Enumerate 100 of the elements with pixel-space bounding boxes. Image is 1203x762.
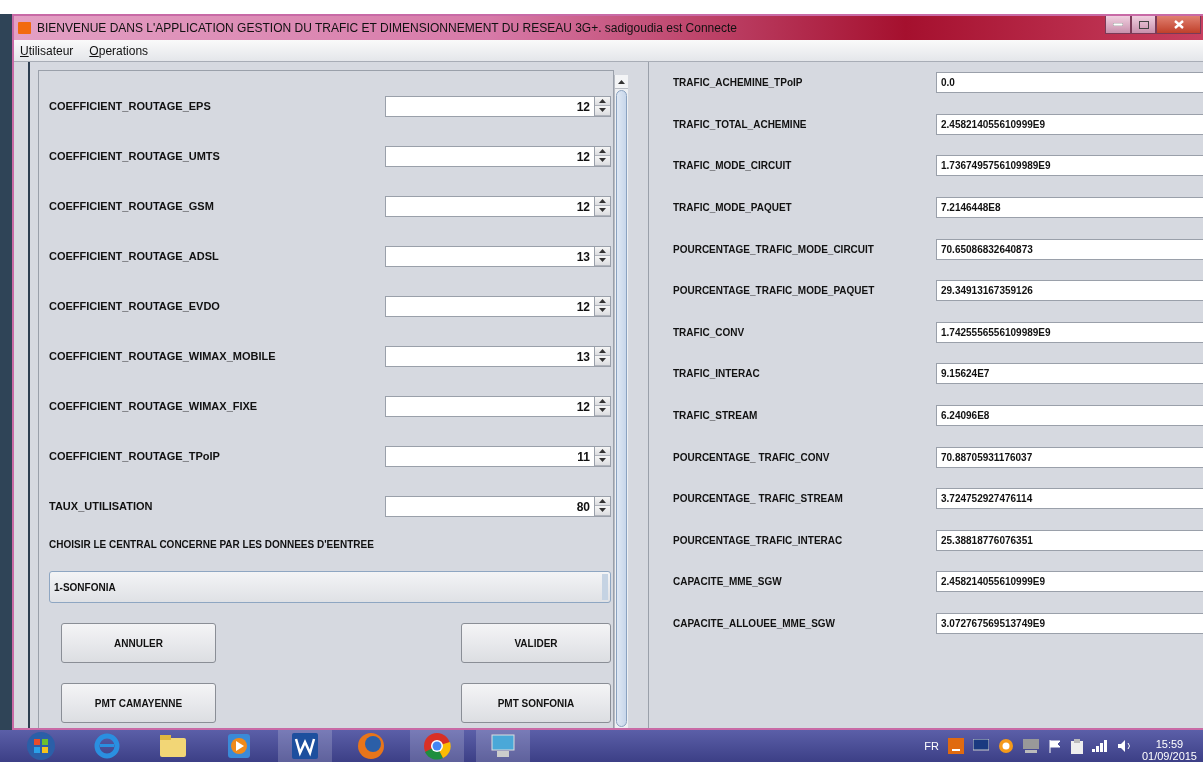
result-field[interactable]: 1.7367495756109989E9 [936, 155, 1203, 177]
signal-icon[interactable] [1091, 740, 1108, 752]
ring-tray-icon[interactable] [997, 738, 1014, 754]
up-arrow-icon [599, 198, 606, 203]
down-arrow-icon [599, 508, 606, 513]
monitor-tray-icon[interactable] [972, 739, 989, 753]
up-arrow-icon [599, 448, 606, 453]
result-label: TRAFIC_MODE_CIRCUIT [673, 160, 793, 172]
number-spinner[interactable]: 80 [385, 495, 611, 517]
result-field[interactable]: 2.458214055610999E9 [936, 571, 1203, 593]
decrement-button[interactable] [595, 256, 610, 266]
maximize-icon [1138, 20, 1149, 29]
result-field[interactable]: 2.458214055610999E9 [936, 113, 1203, 135]
decrement-button[interactable] [595, 306, 610, 316]
up-arrow-icon [599, 148, 606, 153]
field-label: COEFFICIENT_ROUTAGE_EPS [49, 100, 211, 112]
result-field[interactable]: 1.7425556556109989E9 [936, 321, 1203, 343]
scrollbar[interactable] [614, 75, 628, 728]
minimize-button[interactable] [1105, 16, 1131, 34]
increment-button[interactable] [595, 296, 610, 306]
down-arrow-icon [599, 408, 606, 413]
number-spinner[interactable]: 12 [385, 395, 611, 417]
action-button[interactable]: PMT CAMAYENNE [61, 683, 216, 723]
result-field[interactable]: 9.15624E7 [936, 363, 1203, 385]
central-dropdown[interactable]: 1-SONFONIA [49, 571, 611, 603]
window-title: BIENVENUE DANS L'APPLICATION GESTION DU TRAFIC ET DIMENSIONNEMENT DU RESEAU 3G+. sadigoudia est Connecte [37, 21, 738, 35]
down-arrow-icon [599, 208, 606, 213]
result-label: TRAFIC_CONV [673, 326, 746, 338]
close-icon [1173, 20, 1184, 29]
increment-button[interactable] [595, 146, 610, 156]
result-field[interactable]: 3.072767569513749E9 [936, 613, 1203, 634]
field-label: COEFFICIENT_ROUTAGE_WIMAX_MOBILE [49, 350, 276, 362]
result-field[interactable]: 3.724752927476114 [936, 488, 1203, 510]
speaker-icon[interactable] [1116, 739, 1133, 753]
menu-item[interactable]: Utilisateur [20, 43, 74, 58]
decrement-button[interactable] [595, 406, 610, 416]
decrement-button[interactable] [595, 506, 610, 516]
maximize-button[interactable] [1131, 16, 1156, 34]
field-label: COEFFICIENT_ROUTAGE_GSM [49, 200, 214, 212]
number-spinner[interactable]: 11 [385, 445, 611, 467]
down-arrow-icon [599, 158, 606, 163]
result-field[interactable]: 7.2146448E8 [936, 197, 1203, 219]
number-spinner[interactable]: 13 [385, 345, 611, 367]
app-icon [18, 22, 31, 34]
result-field[interactable]: 25.38818776076351 [936, 529, 1203, 551]
result-field[interactable]: 6.24096E8 [936, 405, 1203, 427]
menu-item[interactable]: Operations [89, 43, 149, 58]
result-field[interactable]: 70.88705931176037 [936, 446, 1203, 468]
field-label: CHOISIR LE CENTRAL CONCERNE PAR LES DONNEES D'EENTREE [49, 539, 375, 550]
number-spinner[interactable]: 12 [385, 295, 611, 317]
decrement-button[interactable] [595, 106, 610, 116]
increment-button[interactable] [595, 346, 610, 356]
result-label: POURCENTAGE_ TRAFIC_CONV [673, 451, 831, 463]
up-arrow-icon [599, 498, 606, 503]
result-field[interactable]: 0.0 [936, 72, 1203, 94]
increment-button[interactable] [595, 246, 610, 256]
down-arrow-icon [599, 258, 606, 263]
up-arrow-icon [618, 79, 625, 84]
computer-icon[interactable] [476, 730, 530, 762]
flag-icon[interactable] [1047, 739, 1062, 753]
action-button[interactable]: PMT SONFONIA [461, 683, 611, 723]
increment-button[interactable] [595, 496, 610, 506]
increment-button[interactable] [595, 446, 610, 456]
number-spinner[interactable]: 12 [385, 145, 611, 167]
number-spinner[interactable]: 12 [385, 195, 611, 217]
increment-button[interactable] [595, 196, 610, 206]
action-button[interactable]: ANNULER [61, 623, 216, 663]
decrement-button[interactable] [595, 156, 610, 166]
increment-button[interactable] [595, 96, 610, 106]
display-tray-icon[interactable] [1022, 739, 1039, 753]
result-label: CAPACITE_MME_SGW [673, 576, 783, 588]
field-label: COEFFICIENT_ROUTAGE_ADSL [49, 250, 219, 262]
language-indicator[interactable]: FR [924, 740, 939, 752]
clipboard-tray-icon[interactable] [1070, 738, 1083, 754]
field-label: COEFFICIENT_ROUTAGE_TPoIP [49, 450, 220, 462]
close-button[interactable] [1156, 16, 1201, 34]
down-arrow-icon [599, 308, 606, 313]
up-arrow-icon [599, 298, 606, 303]
field-label: COEFFICIENT_ROUTAGE_UMTS [49, 150, 220, 162]
result-label: TRAFIC_INTERAC [673, 368, 761, 380]
result-label: TRAFIC_TOTAL_ACHEMINE [673, 118, 808, 130]
result-label: POURCENTAGE_TRAFIC_INTERAC [673, 534, 844, 546]
decrement-button[interactable] [595, 356, 610, 366]
document-w-icon[interactable] [278, 730, 332, 762]
result-field[interactable]: 70.65086832640873 [936, 238, 1203, 260]
number-spinner[interactable]: 13 [385, 245, 611, 267]
field-label: COEFFICIENT_ROUTAGE_EVDO [49, 300, 220, 312]
action-button[interactable]: VALIDER [461, 623, 611, 663]
down-arrow-icon [599, 108, 606, 113]
up-arrow-icon [599, 98, 606, 103]
field-label: COEFFICIENT_ROUTAGE_WIMAX_FIXE [49, 400, 258, 412]
down-arrow-icon [599, 358, 606, 363]
increment-button[interactable] [595, 396, 610, 406]
result-field[interactable]: 29.34913167359126 [936, 280, 1203, 302]
decrement-button[interactable] [595, 206, 610, 216]
up-arrow-icon [599, 248, 606, 253]
clock[interactable]: 15:59 01/09/2015 [1141, 730, 1197, 762]
decrement-button[interactable] [595, 456, 610, 466]
number-spinner[interactable]: 12 [385, 95, 611, 117]
minimize-icon [1113, 23, 1123, 26]
